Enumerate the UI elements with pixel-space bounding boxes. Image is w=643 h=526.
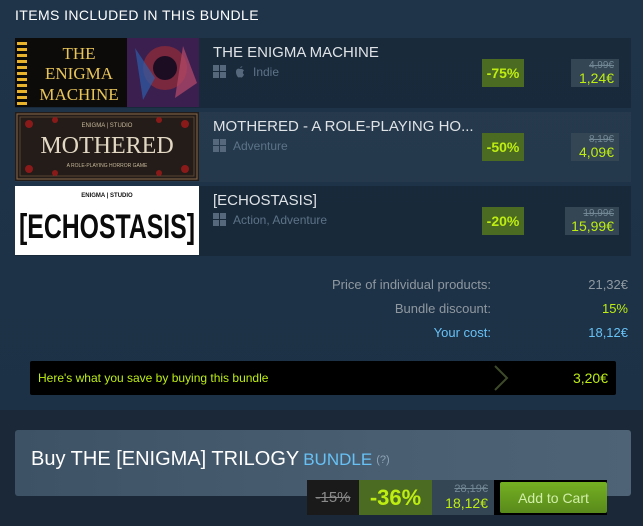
- discount-badge: -20%: [482, 207, 524, 235]
- windows-icon: [213, 139, 227, 153]
- mothered-capsule-art: ENIGMA | STUDIO MOTHERED A ROLE-PLAYING …: [15, 112, 199, 181]
- bundle-item[interactable]: ENIGMA | STUDIO MOTHERED A ROLE-PLAYING …: [15, 112, 631, 182]
- capsule-title: [ECHOSTASIS]: [19, 208, 195, 246]
- price-box: 19,99€ 15,99€: [565, 207, 619, 235]
- individual-price-row: Price of individual products: 21,32€: [148, 277, 628, 295]
- help-icon[interactable]: (?): [376, 454, 389, 466]
- bundle-item[interactable]: THE ENIGMA MACHINE THE ENIGMA MACHINE In…: [15, 38, 631, 108]
- game-title[interactable]: MOTHERED - A ROLE-PLAYING HO...: [213, 118, 474, 135]
- capsule-title: MOTHERED: [40, 133, 173, 159]
- game-title[interactable]: [ECHOSTASIS]: [213, 192, 317, 209]
- add-to-cart-button[interactable]: Add to Cart: [500, 482, 607, 513]
- bundle-final-price: 18,12€: [445, 495, 488, 511]
- echostasis-capsule-art: ENIGMA | STUDIO [ECHOSTASIS]: [15, 186, 199, 255]
- price-box: 8,19€ 4,09€: [571, 133, 619, 161]
- individual-price-value: 21,32€: [588, 277, 628, 292]
- bundle-item[interactable]: ENIGMA | STUDIO [ECHOSTASIS] [ECHOSTASIS…: [15, 186, 631, 256]
- bundle-discount-row: Bundle discount: 15%: [148, 301, 628, 319]
- chevron-right-icon: [494, 365, 509, 391]
- price-box: 4,99€ 1,24€: [571, 59, 619, 87]
- discount-badge: -75%: [482, 59, 524, 87]
- game-capsule-image[interactable]: THE ENIGMA MACHINE: [15, 38, 199, 107]
- game-genre: Action, Adventure: [233, 213, 328, 227]
- buy-title-row: Buy THE [ENIGMA] TRILOGY BUNDLE (?): [31, 448, 390, 471]
- buy-title: Buy THE [ENIGMA] TRILOGY: [31, 448, 300, 470]
- bundle-discount-value: 15%: [601, 301, 628, 316]
- game-title[interactable]: THE ENIGMA MACHINE: [213, 44, 379, 61]
- your-cost-row: Your cost: 18,12€: [148, 325, 628, 343]
- final-price: 15,99€: [571, 218, 614, 234]
- discount-badge: -50%: [482, 133, 524, 161]
- game-tags-row: Action, Adventure: [213, 213, 327, 227]
- your-cost-value: 18,12€: [588, 325, 628, 340]
- enigma-machine-capsule-art: THE ENIGMA MACHINE: [15, 38, 199, 107]
- bundle-discount-strikethrough: -15%: [307, 480, 359, 515]
- game-genre: Indie: [253, 65, 280, 79]
- your-cost-label: Your cost:: [433, 325, 491, 340]
- windows-icon: [213, 65, 227, 79]
- game-capsule-image[interactable]: ENIGMA | STUDIO MOTHERED A ROLE-PLAYING …: [15, 112, 199, 181]
- game-capsule-image[interactable]: ENIGMA | STUDIO [ECHOSTASIS]: [15, 186, 199, 255]
- game-tags-row: Indie: [213, 65, 279, 79]
- game-genre: Adventure: [233, 139, 288, 153]
- bundle-original-price: 28,19€: [454, 483, 488, 495]
- bundle-discount-label: Bundle discount:: [394, 301, 491, 316]
- bundle-label: BUNDLE: [303, 450, 373, 469]
- savings-text: Here's what you save by buying this bund…: [38, 371, 269, 385]
- apple-icon: [236, 66, 244, 78]
- game-tags-row: Adventure: [213, 139, 288, 153]
- final-price: 1,24€: [578, 70, 614, 86]
- total-discount-badge: -36%: [359, 480, 432, 515]
- capsule-subtitle: A ROLE-PLAYING HORROR GAME: [67, 163, 148, 169]
- capsule-line-3: MACHINE: [39, 85, 118, 104]
- capsule-line-2: ENIGMA: [45, 64, 114, 83]
- individual-price-label: Price of individual products:: [332, 277, 491, 292]
- bundle-price-box: 28,19€ 18,12€: [432, 480, 494, 515]
- capsule-studio: ENIGMA | STUDIO: [82, 123, 133, 129]
- savings-amount: 3,20€: [572, 370, 608, 386]
- capsule-line-1: THE: [62, 44, 95, 63]
- section-title: ITEMS INCLUDED IN THIS BUNDLE: [15, 7, 259, 23]
- final-price: 4,09€: [578, 144, 614, 160]
- savings-bar: Here's what you save by buying this bund…: [30, 361, 616, 395]
- windows-icon: [213, 213, 227, 227]
- capsule-studio: ENIGMA | STUDIO: [81, 193, 133, 199]
- purchase-area: -15% -36% 28,19€ 18,12€ Add to Cart: [307, 480, 607, 515]
